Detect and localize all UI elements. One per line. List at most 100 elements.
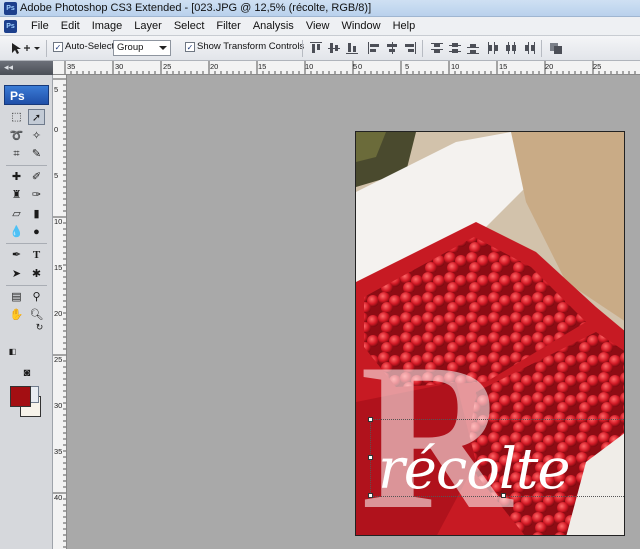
collapse-panel-icon[interactable]: ◂◂ xyxy=(4,62,13,73)
vertical-ruler: 5 0 5 10 15 20 25 30 35 40 xyxy=(53,75,67,549)
tools-separator xyxy=(6,165,47,166)
menu-bar: Ps File Edit Image Layer Select Filter A… xyxy=(0,17,640,36)
brush-tool-icon[interactable]: ✐ xyxy=(28,169,45,185)
menu-select[interactable]: Select xyxy=(168,19,211,33)
menu-layer[interactable]: Layer xyxy=(128,19,168,33)
auto-select-checkbox[interactable]: ✓ xyxy=(53,42,63,52)
blur-tool-icon[interactable]: 💧 xyxy=(8,224,25,240)
tools-separator xyxy=(6,243,47,244)
distribute-horizontal-centers-icon[interactable] xyxy=(504,41,518,55)
align-vertical-centers-icon[interactable] xyxy=(327,41,341,55)
options-separator xyxy=(422,40,423,57)
ruler-label: 5 xyxy=(54,85,59,94)
transform-handle[interactable] xyxy=(501,493,506,498)
ruler-label: 35 xyxy=(67,62,76,71)
photoshop-menu-icon[interactable]: Ps xyxy=(4,20,17,33)
foreground-color-swatch[interactable] xyxy=(10,386,31,407)
swap-colors-icon[interactable]: ↻ xyxy=(31,319,48,335)
options-separator xyxy=(46,40,47,57)
photoshop-logo[interactable]: Ps xyxy=(4,85,49,105)
marquee-tool-icon[interactable]: ⬚ xyxy=(8,109,25,125)
notes-tool-icon[interactable]: ▤ xyxy=(8,289,25,305)
eyedropper-slice-tool-icon[interactable]: ✎ xyxy=(28,146,45,162)
ruler-label: 15 xyxy=(499,62,508,71)
hand-tool-icon[interactable]: ✋ xyxy=(8,307,25,323)
eraser-tool-icon[interactable]: ▱ xyxy=(8,206,25,222)
pen-tool-icon[interactable]: ✒ xyxy=(8,247,25,263)
menu-analysis[interactable]: Analysis xyxy=(247,19,300,33)
tools-separator xyxy=(6,285,47,286)
ruler-label: 35 xyxy=(54,447,63,456)
ruler-label: 15 xyxy=(258,62,267,71)
tools-panel: ◂◂ Ps ⬚ ➚ ➰ ✧ ⌗ ✎ ✚ ✐ ♜ ✑ ▱ ▮ 💧 ● ✒ T ➤ … xyxy=(0,61,53,549)
ruler-label: 0 xyxy=(358,62,363,71)
lasso-tool-icon[interactable]: ➰ xyxy=(8,128,25,144)
align-top-edges-icon[interactable] xyxy=(309,41,323,55)
menu-edit[interactable]: Edit xyxy=(55,19,86,33)
transform-handle[interactable] xyxy=(368,455,373,460)
ruler-label: 25 xyxy=(163,62,172,71)
dodge-tool-icon[interactable]: ● xyxy=(28,224,45,240)
magic-wand-tool-icon[interactable]: ✧ xyxy=(28,128,45,144)
move-tool-icon[interactable]: ➚ xyxy=(28,109,45,125)
document-canvas[interactable]: R récolte xyxy=(355,131,625,536)
ruler-label: 20 xyxy=(54,309,63,318)
menu-image[interactable]: Image xyxy=(86,19,129,33)
auto-select-label: Auto-Select: xyxy=(65,41,117,52)
ruler-label: 10 xyxy=(54,217,63,226)
transform-handle[interactable] xyxy=(368,493,373,498)
gradient-tool-icon[interactable]: ▮ xyxy=(28,206,45,222)
tools-panel-header[interactable]: ◂◂ xyxy=(0,61,53,75)
history-brush-tool-icon[interactable]: ✑ xyxy=(28,187,45,203)
align-right-edges-icon[interactable] xyxy=(403,41,417,55)
healing-brush-tool-icon[interactable]: ✚ xyxy=(8,169,25,185)
type-tool-icon[interactable]: T xyxy=(28,247,45,263)
show-transform-checkbox[interactable]: ✓ xyxy=(185,42,195,52)
canvas-area[interactable]: R récolte xyxy=(68,76,640,549)
menu-filter[interactable]: Filter xyxy=(210,19,246,33)
ruler-label: 5 xyxy=(54,171,59,180)
align-bottom-edges-icon[interactable] xyxy=(345,41,359,55)
auto-select-dropdown[interactable]: Group xyxy=(113,40,171,56)
tool-preset-picker[interactable] xyxy=(8,40,42,57)
ruler-label: 10 xyxy=(305,62,314,71)
title-bar: Ps Adobe Photoshop CS3 Extended - [023.J… xyxy=(0,0,640,17)
crop-tool-icon[interactable]: ⌗ xyxy=(8,146,25,162)
eyedropper-tool-icon[interactable]: ⚲ xyxy=(28,289,45,305)
auto-select-value: Group xyxy=(117,42,144,53)
ruler-label: 20 xyxy=(210,62,219,71)
clone-stamp-tool-icon[interactable]: ♜ xyxy=(8,187,25,203)
path-selection-tool-icon[interactable]: ➤ xyxy=(8,266,25,282)
ruler-label: 15 xyxy=(54,263,63,272)
move-tool-icon xyxy=(12,43,40,54)
ruler-label: 10 xyxy=(451,62,460,71)
distribute-vertical-centers-icon[interactable] xyxy=(448,41,462,55)
options-separator xyxy=(302,40,303,57)
align-horizontal-centers-icon[interactable] xyxy=(385,41,399,55)
menu-help[interactable]: Help xyxy=(387,19,422,33)
horizontal-ruler: 35 30 25 20 15 10 5 0 5 10 15 20 25 xyxy=(53,61,640,75)
ruler-label: 40 xyxy=(54,493,63,502)
default-colors-icon[interactable]: ◧ xyxy=(4,344,21,360)
transform-handle[interactable] xyxy=(368,417,373,422)
align-left-edges-icon[interactable] xyxy=(367,41,381,55)
ruler-label: 30 xyxy=(115,62,124,71)
photoshop-app-icon: Ps xyxy=(4,2,17,15)
menu-view[interactable]: View xyxy=(300,19,336,33)
transform-bounding-box[interactable] xyxy=(368,417,624,498)
custom-shape-tool-icon[interactable]: ✱ xyxy=(28,266,45,282)
menu-window[interactable]: Window xyxy=(335,19,386,33)
options-bar: ✓ Auto-Select: Group ✓ Show Transform Co… xyxy=(0,36,640,61)
distribute-left-edges-icon[interactable] xyxy=(486,41,500,55)
auto-align-layers-icon[interactable] xyxy=(549,41,563,55)
distribute-top-edges-icon[interactable] xyxy=(430,41,444,55)
menu-file[interactable]: File xyxy=(25,19,55,33)
distribute-bottom-edges-icon[interactable] xyxy=(466,41,480,55)
ruler-label: 25 xyxy=(54,355,63,364)
ruler-label: 30 xyxy=(54,401,63,410)
window-title: Adobe Photoshop CS3 Extended - [023.JPG … xyxy=(20,2,372,14)
distribute-right-edges-icon[interactable] xyxy=(522,41,536,55)
options-separator xyxy=(541,40,542,57)
show-transform-label: Show Transform Controls xyxy=(197,41,305,52)
quick-mask-mode-icon[interactable]: ◙ xyxy=(17,365,37,381)
